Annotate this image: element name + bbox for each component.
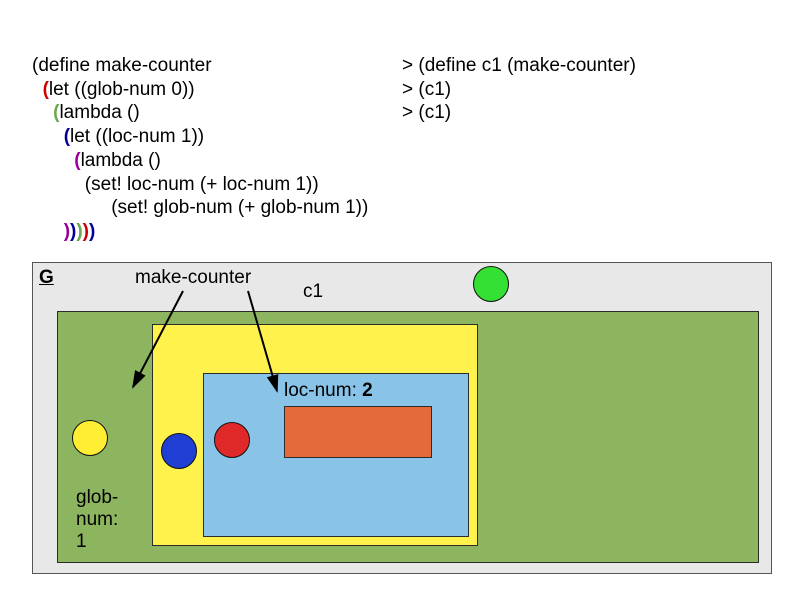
code-line-4: let ((loc-num 1)) [70,126,204,147]
code-line-7: (set! glob-num (+ glob-num 1)) [111,197,368,218]
loc-num-binding: loc-num: 2 [284,380,373,402]
closure-yellow [72,420,108,456]
closure-blue [161,433,197,469]
code-line-2: let ((glob-num 0)) [49,79,195,100]
global-env-label: G [39,267,54,289]
frame-let1: loc-num: 2 [152,324,478,546]
code-definition: (define make-counter (let ((glob-num 0))… [32,30,368,244]
code-line-5: lambda () [81,150,161,171]
closure-c1-value [473,266,509,302]
repl-line-1: > (define c1 (make-counter) [402,55,636,76]
repl-line-2: > (c1) [402,79,451,100]
code-line-6: (set! loc-num (+ loc-num 1)) [85,174,319,195]
repl-output: > (define c1 (make-counter) > (c1) > (c1… [402,30,636,125]
glob-num-binding: glob- num: 1 [76,487,136,553]
repl-line-3: > (c1) [402,102,451,123]
environment-diagram: G make-counter c1 glob- num: 1 loc-num: … [32,262,772,574]
frame-let2: loc-num: 2 [203,373,469,537]
paren-close-1: ) [89,221,95,242]
c1-label: c1 [303,281,323,303]
make-counter-label: make-counter [135,267,251,289]
frame-glob: glob- num: 1 loc-num: 2 [57,311,759,563]
code-line-1: (define make-counter [32,55,212,76]
frame-body [284,406,432,458]
closure-red [214,422,250,458]
code-line-3: lambda () [59,102,139,123]
